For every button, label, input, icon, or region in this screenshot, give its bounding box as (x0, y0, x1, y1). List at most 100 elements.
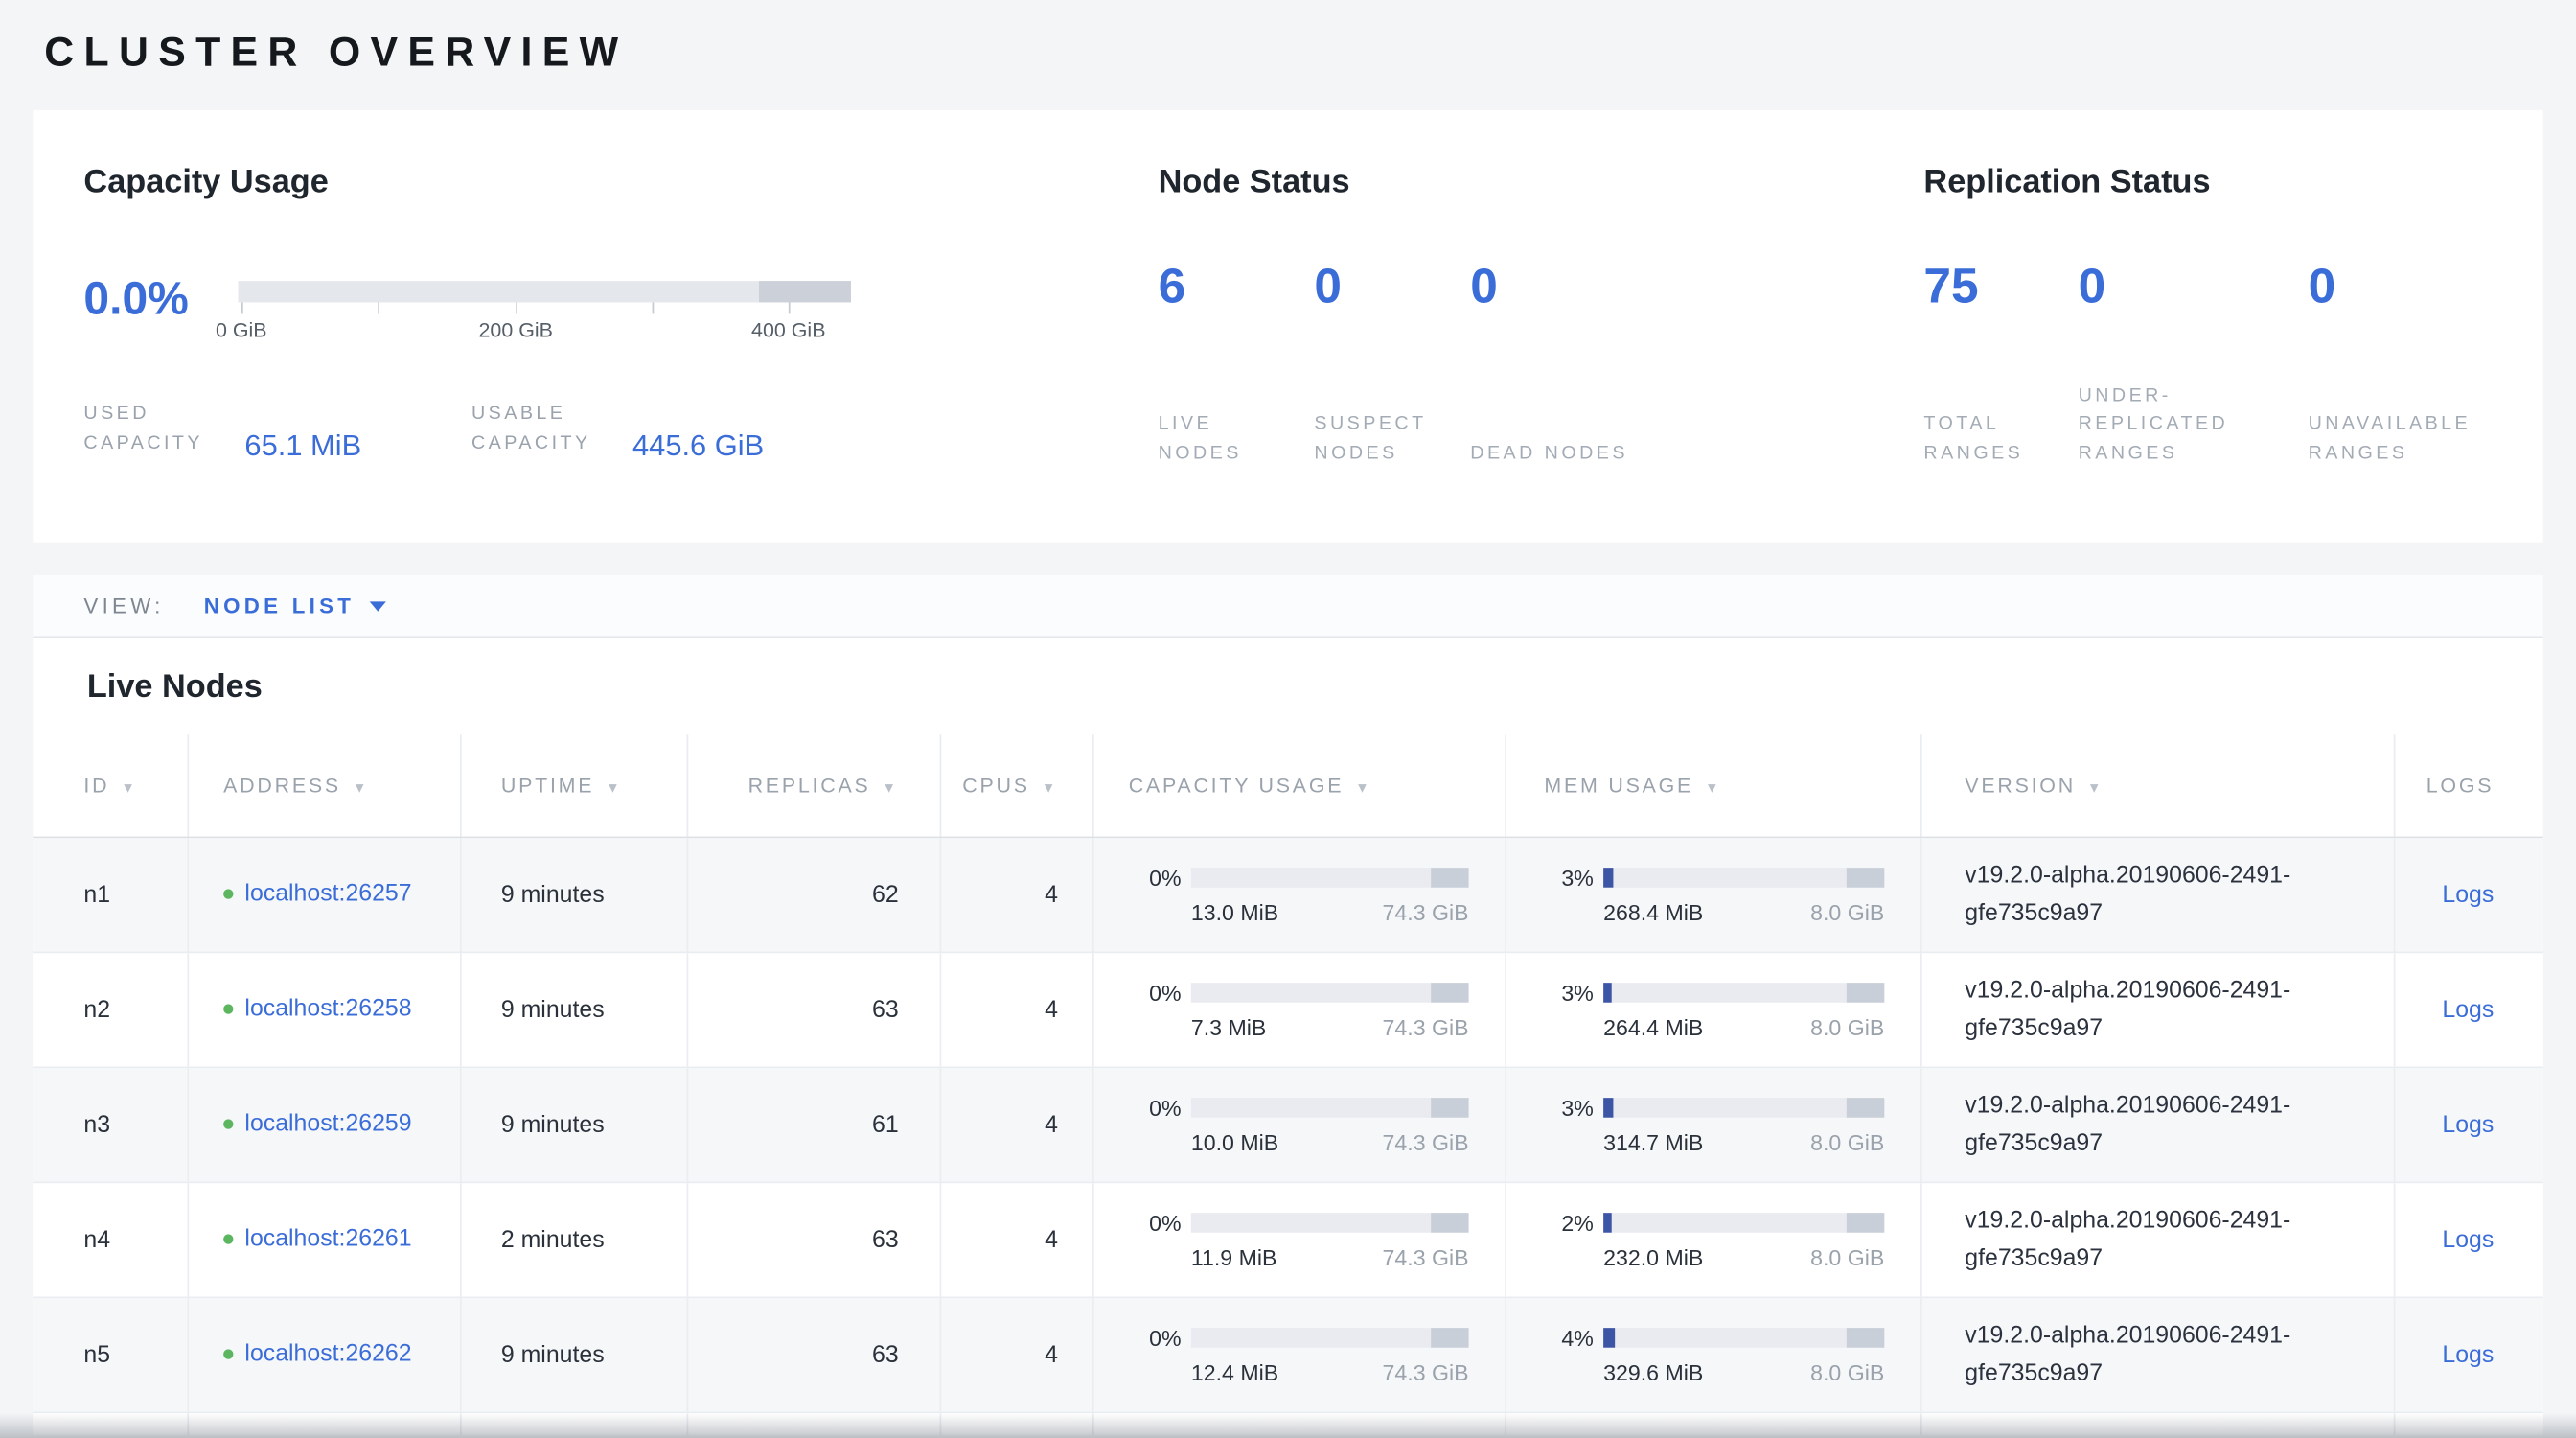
mem-used-fill (1603, 868, 1613, 888)
unavailable-ranges-label: UNAVAILABLE RANGES (2309, 411, 2539, 470)
column-header-mem-usage[interactable]: MEM USAGE▼ (1506, 734, 1922, 836)
logs-link[interactable]: Logs (2442, 1227, 2494, 1253)
total-ranges-count: 75 (1923, 262, 2078, 314)
node-address-cell: localhost:26257 (189, 838, 462, 951)
mem-percent-text: 2% (1541, 1211, 1594, 1236)
page-title: CLUSTER OVERVIEW (44, 30, 2576, 78)
node-replicas-cell: 63 (688, 953, 941, 1066)
replication-status-title: Replication Status (1923, 164, 2542, 201)
cluster-overview-page: CLUSTER OVERVIEW Capacity Usage 0.0% (0, 0, 2576, 1438)
node-uptime-cell: 2 minutes (462, 1183, 689, 1296)
column-header-version[interactable]: VERSION▼ (1922, 734, 2396, 836)
node-address-link[interactable]: localhost:26257 (244, 876, 419, 914)
column-header-cpus[interactable]: CPUS▼ (941, 734, 1093, 836)
capacity-total-value: 74.3 GiB (1383, 1245, 1469, 1270)
mem-used-value: 232.0 MiB (1603, 1245, 1703, 1270)
node-version-cell: v19.2.0-alpha.20190606-2491-gfe735c9a97 (1922, 1183, 2396, 1296)
live-nodes-stat: 6 LIVE NODES (1159, 202, 1315, 470)
column-header-address[interactable]: ADDRESS▼ (189, 734, 462, 836)
node-logs-cell: Logs (2395, 1068, 2542, 1181)
live-nodes-title: Live Nodes (33, 638, 2542, 707)
used-capacity-value: 65.1 MiB (244, 430, 361, 462)
sort-icon: ▼ (1705, 779, 1721, 796)
mem-percent-text: 4% (1541, 1326, 1594, 1351)
node-version-cell: v19.2.0-alpha.20190606-2491-gfe735c9a97 (1922, 1068, 2396, 1181)
node-mem-usage-cell: 2% 232.0 MiB 8.0 GiB (1506, 1183, 1922, 1296)
capacity-usage-bar (1191, 1098, 1469, 1118)
node-address-link[interactable]: localhost:26258 (244, 991, 419, 1029)
node-live-status-icon (223, 1349, 233, 1358)
node-id-cell: n4 (33, 1183, 189, 1296)
node-replicas-cell: 63 (688, 1298, 941, 1411)
view-bar: VIEW: NODE LIST (33, 575, 2542, 638)
node-address-link[interactable]: localhost:26259 (244, 1106, 419, 1144)
node-replicas-cell: 63 (688, 1183, 941, 1296)
node-capacity-usage-cell: 0% 13.0 MiB 74.3 GiB (1094, 838, 1506, 951)
suspect-nodes-label: SUSPECT NODES (1314, 411, 1470, 470)
usable-capacity-stat: USABLE CAPACITY 445.6 GiB (472, 400, 764, 460)
live-nodes-count: 6 (1159, 262, 1315, 314)
suspect-nodes-count: 0 (1314, 262, 1470, 314)
logs-link[interactable]: Logs (2442, 1342, 2494, 1368)
capacity-percent-text: 0% (1129, 1096, 1182, 1121)
under-replicated-ranges-count: 0 (2079, 262, 2309, 314)
logs-link[interactable]: Logs (2442, 882, 2494, 908)
unavailable-ranges-count: 0 (2309, 262, 2539, 314)
mem-bar-reserved-segment (1847, 868, 1885, 888)
mem-bar-reserved-segment (1847, 1098, 1885, 1118)
node-live-status-icon (223, 1119, 233, 1128)
node-logs-cell: Logs (2395, 953, 2542, 1066)
sort-icon: ▼ (883, 779, 899, 796)
under-replicated-ranges-stat: 0 UNDER-REPLICATED RANGES (2079, 202, 2309, 470)
capacity-used-value: 13.0 MiB (1191, 900, 1278, 925)
node-mem-usage-cell: 3% 314.7 MiB 8.0 GiB (1506, 1068, 1922, 1181)
capacity-percent-text: 0% (1129, 1326, 1182, 1351)
usable-capacity-label: USABLE CAPACITY (472, 400, 619, 460)
live-nodes-label: LIVE NODES (1159, 411, 1315, 470)
mem-usage-bar (1603, 983, 1884, 1003)
logs-link[interactable]: Logs (2442, 997, 2494, 1023)
capacity-percent-text: 0% (1129, 1211, 1182, 1236)
capacity-total-value: 74.3 GiB (1383, 1360, 1469, 1385)
column-header-replicas[interactable]: REPLICAS▼ (688, 734, 941, 836)
node-version-cell: v19.2.0-alpha.20190606-2491-gfe735c9a97 (1922, 953, 2396, 1066)
node-uptime-cell: 9 minutes (462, 838, 689, 951)
capacity-bar-reserved-segment (1431, 1328, 1468, 1348)
node-replicas-cell: 62 (688, 838, 941, 951)
node-capacity-usage-cell: 0% 12.4 MiB 74.3 GiB (1094, 1298, 1506, 1411)
node-address-link[interactable]: localhost:26262 (244, 1336, 419, 1374)
mem-used-value: 329.6 MiB (1603, 1360, 1703, 1385)
node-logs-cell: Logs (2395, 838, 2542, 951)
node-cpus-cell: 4 (941, 1298, 1093, 1411)
version-text: v19.2.0-alpha.20190606-2491-gfe735c9a97 (1965, 972, 2362, 1048)
view-selector-dropdown[interactable]: NODE LIST (204, 593, 386, 618)
table-row-partial (33, 1413, 2542, 1434)
version-text: v19.2.0-alpha.20190606-2491-gfe735c9a97 (1965, 857, 2362, 933)
column-header-id[interactable]: ID▼ (33, 734, 189, 836)
capacity-usage-section: Capacity Usage 0.0% (83, 164, 1158, 542)
sort-icon: ▼ (1355, 779, 1371, 796)
suspect-nodes-stat: 0 SUSPECT NODES (1314, 202, 1470, 470)
axis-tick-label: 200 GiB (479, 319, 553, 342)
node-logs-cell: Logs (2395, 1183, 2542, 1296)
table-header: ID▼ ADDRESS▼ UPTIME▼ REPLICAS▼ CPUS▼ CAP… (33, 734, 2542, 838)
live-nodes-table: ID▼ ADDRESS▼ UPTIME▼ REPLICAS▼ CPUS▼ CAP… (33, 734, 2542, 1434)
node-mem-usage-cell: 3% 264.4 MiB 8.0 GiB (1506, 953, 1922, 1066)
mem-used-value: 268.4 MiB (1603, 900, 1703, 925)
capacity-usage-bar (1191, 983, 1469, 1003)
capacity-bar-reserved-segment (1431, 1213, 1468, 1233)
summary-card: Capacity Usage 0.0% (33, 110, 2542, 543)
node-uptime-cell: 9 minutes (462, 1298, 689, 1411)
capacity-usage-bar (1191, 868, 1469, 888)
logs-link[interactable]: Logs (2442, 1112, 2494, 1138)
chevron-down-icon (370, 601, 386, 611)
node-mem-usage-cell: 3% 268.4 MiB 8.0 GiB (1506, 838, 1922, 951)
column-header-uptime[interactable]: UPTIME▼ (462, 734, 689, 836)
node-address-link[interactable]: localhost:26261 (244, 1221, 419, 1259)
total-ranges-stat: 75 TOTAL RANGES (1923, 202, 2078, 470)
capacity-used-value: 10.0 MiB (1191, 1130, 1278, 1155)
column-header-capacity-usage[interactable]: CAPACITY USAGE▼ (1094, 734, 1506, 836)
node-uptime-cell: 9 minutes (462, 1068, 689, 1181)
node-mem-usage-cell: 4% 329.6 MiB 8.0 GiB (1506, 1298, 1922, 1411)
capacity-percent-text: 0% (1129, 981, 1182, 1006)
